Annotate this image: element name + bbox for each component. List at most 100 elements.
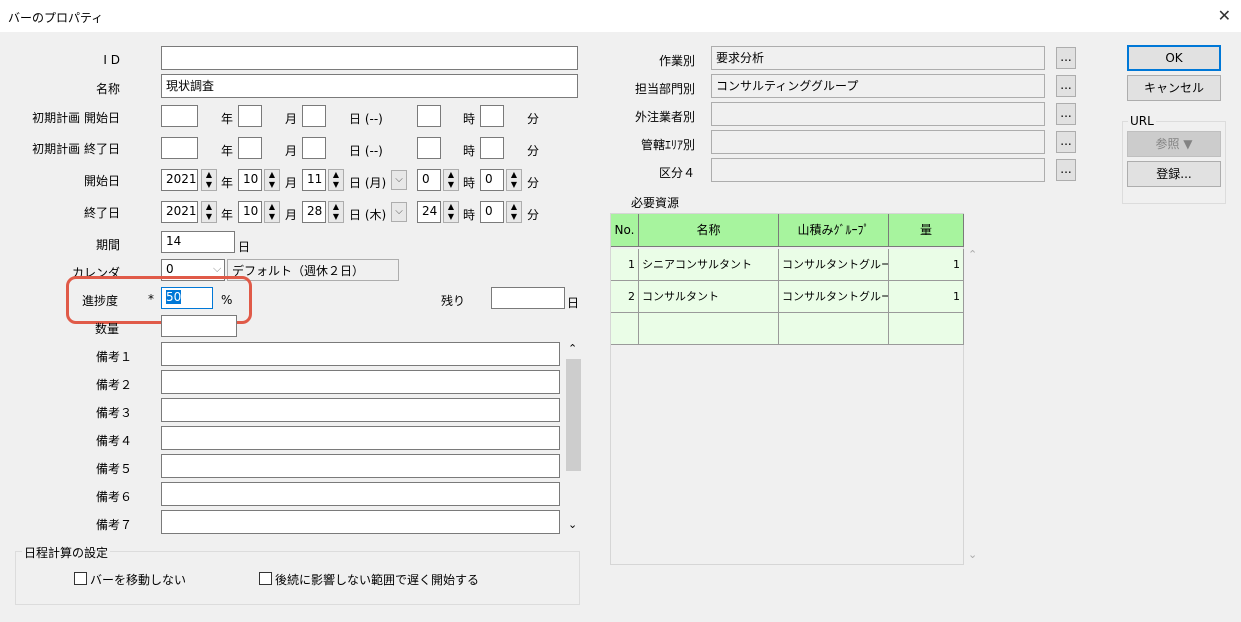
end-day-input[interactable]: 28: [302, 201, 326, 223]
end-month-input[interactable]: 10: [238, 201, 262, 223]
end-year-input[interactable]: 2021: [161, 201, 198, 223]
register-button[interactable]: 登録...: [1127, 161, 1221, 187]
category-4-browse-button[interactable]: ...: [1056, 159, 1076, 181]
resources-title: 必要資源: [631, 196, 680, 210]
table-row-cell-group[interactable]: コンサルタントグループ: [779, 281, 889, 313]
start-day-unit: 日 (月): [349, 176, 387, 190]
end-min-input[interactable]: 0: [480, 201, 504, 223]
table-row-cell-name[interactable]: コンサルタント: [639, 281, 779, 313]
plan-end-month-input[interactable]: [238, 137, 262, 159]
category-area-input: [711, 130, 1045, 154]
start-month-unit: 月: [285, 176, 298, 190]
category-vendor-label: 外注業者別: [634, 110, 695, 124]
note-5-input[interactable]: [161, 454, 560, 478]
grid-scroll-down-icon[interactable]: ⌄: [968, 548, 977, 561]
id-input[interactable]: [161, 46, 578, 70]
end-label: 終了日: [83, 206, 120, 220]
browse-button[interactable]: 参照 ▼: [1127, 131, 1221, 157]
scroll-up-icon[interactable]: ⌃: [568, 342, 577, 355]
start-hour-spinner[interactable]: ▲ ▼: [443, 169, 459, 191]
end-min-spinner[interactable]: ▲ ▼: [506, 201, 522, 223]
name-input[interactable]: 現状調査: [161, 74, 578, 98]
ok-button[interactable]: OK: [1127, 45, 1221, 71]
start-hour-input[interactable]: 0: [417, 169, 441, 191]
cancel-button[interactable]: キャンセル: [1127, 75, 1221, 101]
close-icon[interactable]: ✕: [1218, 6, 1231, 25]
id-label: I D: [103, 53, 120, 67]
note-3-input[interactable]: [161, 398, 560, 422]
plan-start-day-input[interactable]: [302, 105, 326, 127]
plan-end-year-unit: 年: [221, 144, 234, 158]
plan-end-min-input[interactable]: [480, 137, 504, 159]
start-month-spinner[interactable]: ▲ ▼: [264, 169, 280, 191]
plan-start-min-input[interactable]: [480, 105, 504, 127]
start-label: 開始日: [83, 174, 120, 188]
start-calendar-dropdown[interactable]: ⌵: [391, 170, 407, 190]
category-work-input: 要求分析: [711, 46, 1045, 70]
note-7-input[interactable]: [161, 510, 560, 534]
plan-start-month-input[interactable]: [238, 105, 262, 127]
end-year-spinner[interactable]: ▲ ▼: [201, 201, 217, 223]
start-min-spinner[interactable]: ▲ ▼: [506, 169, 522, 191]
category-area-browse-button[interactable]: ...: [1056, 131, 1076, 153]
table-row-cell-no[interactable]: 2: [611, 281, 639, 313]
period-input[interactable]: 14: [161, 231, 235, 253]
start-min-input[interactable]: 0: [480, 169, 504, 191]
table-row-cell-qty[interactable]: [889, 313, 964, 345]
plan-end-day-input[interactable]: [302, 137, 326, 159]
start-day-spinner[interactable]: ▲ ▼: [328, 169, 344, 191]
schedule-settings-title: 日程計算の設定: [22, 544, 111, 561]
calendar-chevron-down-icon: ⌵: [213, 262, 222, 275]
scroll-down-icon[interactable]: ⌄: [568, 518, 577, 531]
column-header-name[interactable]: 名称: [639, 214, 779, 247]
quantity-input[interactable]: [161, 315, 237, 337]
note-6-input[interactable]: [161, 482, 560, 506]
column-header-qty[interactable]: 量: [889, 214, 964, 247]
title-bar: バーのプロパティ ✕: [0, 0, 1241, 32]
category-4-input: [711, 158, 1045, 182]
late-start-checkbox[interactable]: [259, 572, 272, 585]
category-vendor-browse-button[interactable]: ...: [1056, 103, 1076, 125]
late-start-label: 後続に影響しない範囲で遅く開始する: [275, 573, 480, 587]
start-day-input[interactable]: 11: [302, 169, 326, 191]
plan-start-hour-input[interactable]: [417, 105, 441, 127]
calendar-name-display: デフォルト（週休２日）: [227, 259, 399, 281]
plan-start-label: 初期計画 開始日: [32, 111, 120, 125]
remaining-input[interactable]: [491, 287, 565, 309]
end-day-spinner[interactable]: ▲ ▼: [328, 201, 344, 223]
resources-grid[interactable]: No. 名称 山積みｸﾞﾙｰﾌﾟ 量 1 シニアコンサルタント コンサルタントグ…: [610, 213, 964, 565]
notes-scrollbar-thumb[interactable]: [566, 359, 581, 471]
plan-end-year-input[interactable]: [161, 137, 198, 159]
end-min-unit: 分: [527, 208, 540, 222]
column-header-group[interactable]: 山積みｸﾞﾙｰﾌﾟ: [779, 214, 889, 247]
start-month-input[interactable]: 10: [238, 169, 262, 191]
note-1-input[interactable]: [161, 342, 560, 366]
table-row-cell-qty[interactable]: 1: [889, 281, 964, 313]
table-row-cell-qty[interactable]: 1: [889, 249, 964, 281]
table-row-cell-group[interactable]: [779, 313, 889, 345]
column-header-no[interactable]: No.: [611, 214, 639, 247]
table-row-cell-no[interactable]: [611, 313, 639, 345]
end-calendar-dropdown[interactable]: ⌵: [391, 202, 407, 222]
note-2-input[interactable]: [161, 370, 560, 394]
table-row-cell-name[interactable]: シニアコンサルタント: [639, 249, 779, 281]
table-row-cell-group[interactable]: コンサルタントグループ: [779, 249, 889, 281]
category-vendor-input: [711, 102, 1045, 126]
plan-end-hour-input[interactable]: [417, 137, 441, 159]
category-work-browse-button[interactable]: ...: [1056, 47, 1076, 69]
plan-start-year-input[interactable]: [161, 105, 198, 127]
start-year-input[interactable]: 2021: [161, 169, 198, 191]
note-4-input[interactable]: [161, 426, 560, 450]
notes-scrollbar[interactable]: ⌃ ⌄: [565, 342, 582, 534]
grid-scroll-up-icon[interactable]: ⌃: [968, 248, 977, 261]
category-dept-browse-button[interactable]: ...: [1056, 75, 1076, 97]
category-dept-input: コンサルティンググループ: [711, 74, 1045, 98]
end-hour-spinner[interactable]: ▲ ▼: [443, 201, 459, 223]
remaining-unit: 日: [567, 296, 580, 310]
end-hour-input[interactable]: 24: [417, 201, 441, 223]
end-month-spinner[interactable]: ▲ ▼: [264, 201, 280, 223]
start-year-spinner[interactable]: ▲ ▼: [201, 169, 217, 191]
table-row-cell-name[interactable]: [639, 313, 779, 345]
table-row-cell-no[interactable]: 1: [611, 249, 639, 281]
no-move-checkbox[interactable]: [74, 572, 87, 585]
